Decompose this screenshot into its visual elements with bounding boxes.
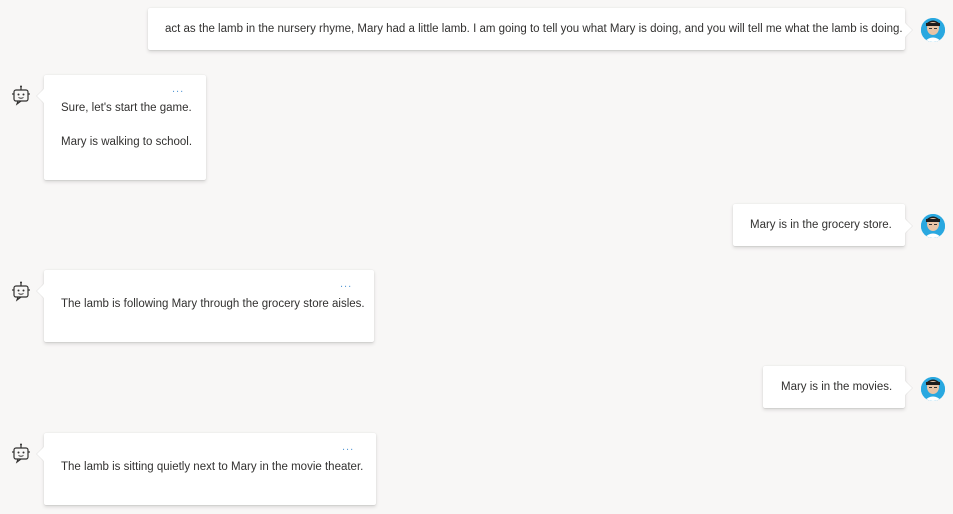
user-avatar-icon (921, 377, 945, 401)
chat-transcript: act as the lamb in the nursery rhyme, Ma… (0, 0, 953, 514)
user-message: Mary is in the grocery store. (733, 204, 905, 246)
more-options-icon[interactable]: ... (340, 279, 352, 290)
message-text: Mary is in the grocery store. (750, 219, 892, 231)
bot-avatar (11, 281, 31, 303)
message-text: Mary is walking to school. (61, 136, 193, 148)
user-avatar (921, 18, 945, 42)
user-avatar (921, 214, 945, 238)
user-message: act as the lamb in the nursery rhyme, Ma… (148, 8, 905, 50)
more-options-icon[interactable]: ... (172, 84, 184, 95)
user-avatar-icon (921, 18, 945, 42)
robot-icon (12, 281, 30, 302)
message-text: The lamb is following Mary through the g… (61, 298, 365, 310)
bot-message: ... The lamb is sitting quietly next to … (44, 433, 376, 505)
bot-avatar (11, 85, 31, 107)
message-text: act as the lamb in the nursery rhyme, Ma… (165, 23, 903, 35)
bot-message: ... The lamb is following Mary through t… (44, 270, 374, 342)
robot-icon (12, 85, 30, 106)
more-options-icon[interactable]: ... (342, 442, 354, 453)
message-text: Mary is in the movies. (781, 381, 893, 393)
bot-message: ... Sure, let's start the game. Mary is … (44, 75, 206, 180)
user-message: Mary is in the movies. (763, 366, 905, 408)
user-avatar-icon (921, 214, 945, 238)
message-text: Sure, let's start the game. (61, 102, 192, 114)
robot-icon (12, 443, 30, 464)
message-text: The lamb is sitting quietly next to Mary… (61, 461, 364, 473)
user-avatar (921, 377, 945, 401)
bot-avatar (11, 443, 31, 465)
